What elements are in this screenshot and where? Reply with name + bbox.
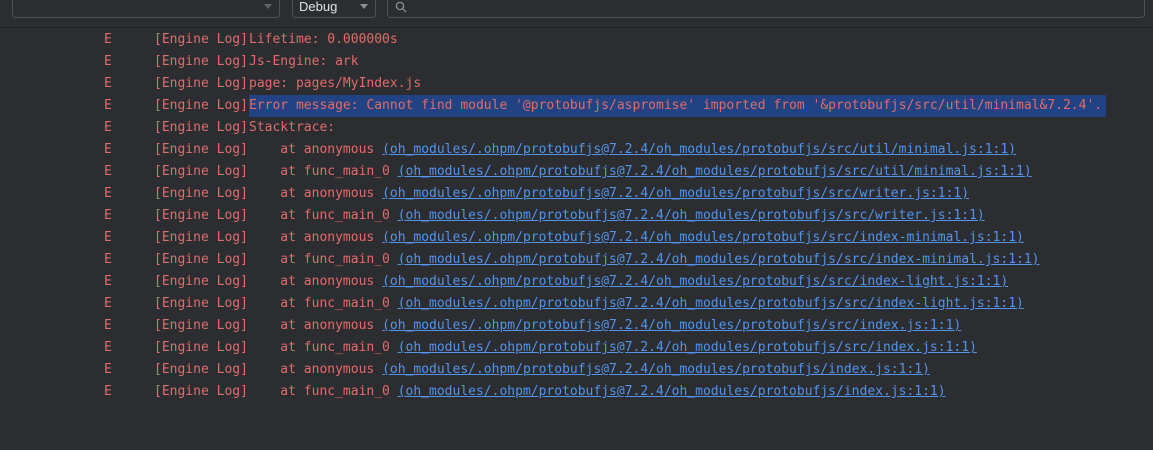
- log-level-select[interactable]: Debug: [292, 0, 376, 18]
- log-message-text: Lifetime: 0.000000s: [249, 32, 398, 47]
- log-level: E: [104, 318, 112, 333]
- log-tag: [Engine Log]: [154, 340, 248, 355]
- log-toolbar: Debug: [0, 0, 1153, 28]
- log-message: at anonymous (oh_modules/.ohpm/protobufj…: [249, 359, 930, 381]
- log-level: E: [104, 98, 112, 113]
- log-message: Js-Engine: ark: [249, 51, 359, 73]
- log-message-text: at func_main_0: [249, 296, 398, 311]
- log-message: at func_main_0 (oh_modules/.ohpm/protobu…: [249, 249, 1040, 271]
- log-tag: [Engine Log]: [154, 164, 248, 179]
- log-level: E: [104, 252, 112, 267]
- chevron-down-icon: [264, 4, 272, 9]
- log-message: at func_main_0 (oh_modules/.ohpm/protobu…: [249, 381, 946, 403]
- log-message-text: at anonymous: [249, 362, 383, 377]
- log-message-text: Js-Engine: ark: [249, 54, 359, 69]
- log-tag: [Engine Log]: [154, 98, 248, 113]
- log-search-input[interactable]: [387, 0, 1145, 18]
- log-message: at func_main_0 (oh_modules/.ohpm/protobu…: [249, 205, 985, 227]
- source-link[interactable]: (oh_modules/.ohpm/protobufjs@7.2.4/oh_mo…: [382, 230, 1024, 245]
- log-level: E: [104, 54, 112, 69]
- chevron-down-icon: [360, 4, 368, 9]
- log-level: E: [104, 384, 112, 399]
- log-level: E: [104, 186, 112, 201]
- log-tag: [Engine Log]: [154, 230, 248, 245]
- source-link[interactable]: (oh_modules/.ohpm/protobufjs@7.2.4/oh_mo…: [382, 274, 1008, 289]
- log-message-text: at func_main_0: [249, 384, 398, 399]
- process-filter-combo[interactable]: [12, 0, 280, 18]
- source-link[interactable]: (oh_modules/.ohpm/protobufjs@7.2.4/oh_mo…: [398, 252, 1040, 267]
- log-level: E: [104, 164, 112, 179]
- search-icon: [395, 1, 407, 13]
- log-level-value: Debug: [299, 0, 338, 14]
- log-message-text: at anonymous: [249, 274, 383, 289]
- source-link[interactable]: (oh_modules/.ohpm/protobufjs@7.2.4/oh_mo…: [398, 164, 1032, 179]
- log-message: at anonymous (oh_modules/.ohpm/protobufj…: [249, 227, 1024, 249]
- log-message: Error message: Cannot find module '@prot…: [249, 95, 1107, 117]
- log-tag: [Engine Log]: [154, 186, 248, 201]
- log-level: E: [104, 208, 112, 223]
- log-message: at anonymous (oh_modules/.ohpm/protobufj…: [249, 315, 961, 337]
- log-level: E: [104, 142, 112, 157]
- log-tag: [Engine Log]: [154, 32, 248, 47]
- log-message: at anonymous (oh_modules/.ohpm/protobufj…: [249, 139, 1016, 161]
- source-link[interactable]: (oh_modules/.ohpm/protobufjs@7.2.4/oh_mo…: [398, 208, 985, 223]
- log-tag: [Engine Log]: [154, 362, 248, 377]
- source-link[interactable]: (oh_modules/.ohpm/protobufjs@7.2.4/oh_mo…: [382, 186, 969, 201]
- log-level: E: [104, 120, 112, 135]
- log-tag: [Engine Log]: [154, 296, 248, 311]
- source-link[interactable]: (oh_modules/.ohpm/protobufjs@7.2.4/oh_mo…: [382, 362, 930, 377]
- log-tag: [Engine Log]: [154, 208, 248, 223]
- log-level: E: [104, 230, 112, 245]
- log-level: E: [104, 32, 112, 47]
- log-message-text: at func_main_0: [249, 208, 398, 223]
- log-tag: [Engine Log]: [154, 384, 248, 399]
- log-tag: [Engine Log]: [154, 252, 248, 267]
- log-message-text: at func_main_0: [249, 252, 398, 267]
- log-output-panel[interactable]: E [Engine Log] Lifetime: 0.000000s E [Engine…: [0, 28, 1153, 450]
- log-message-text: at anonymous: [249, 318, 383, 333]
- source-link[interactable]: (oh_modules/.ohpm/protobufjs@7.2.4/oh_mo…: [398, 384, 946, 399]
- log-level: E: [104, 76, 112, 91]
- log-tag: [Engine Log]: [154, 142, 248, 157]
- log-tag: [Engine Log]: [154, 120, 248, 135]
- log-message-text: at anonymous: [249, 230, 383, 245]
- log-tag: [Engine Log]: [154, 76, 248, 91]
- log-tag: [Engine Log]: [154, 318, 248, 333]
- log-message: at anonymous (oh_modules/.ohpm/protobufj…: [249, 271, 1008, 293]
- log-level: E: [104, 362, 112, 377]
- log-tag: [Engine Log]: [154, 274, 248, 289]
- source-link[interactable]: (oh_modules/.ohpm/protobufjs@7.2.4/oh_mo…: [382, 318, 961, 333]
- log-message: at func_main_0 (oh_modules/.ohpm/protobu…: [249, 293, 1024, 315]
- log-message-text: Error message: Cannot find module '@prot…: [249, 98, 1103, 113]
- log-message: at anonymous (oh_modules/.ohpm/protobufj…: [249, 183, 969, 205]
- source-link[interactable]: (oh_modules/.ohpm/protobufjs@7.2.4/oh_mo…: [382, 142, 1016, 157]
- log-message-text: at func_main_0: [249, 164, 398, 179]
- log-message: Stacktrace:: [249, 117, 335, 139]
- log-message-text: page: pages/MyIndex.js: [249, 76, 422, 91]
- log-level: E: [104, 340, 112, 355]
- log-message-text: at anonymous: [249, 186, 383, 201]
- log-level: E: [104, 296, 112, 311]
- log-message: Lifetime: 0.000000s: [249, 29, 398, 51]
- log-message: page: pages/MyIndex.js: [249, 73, 421, 95]
- log-level: E: [104, 274, 112, 289]
- log-message: at func_main_0 (oh_modules/.ohpm/protobu…: [249, 337, 977, 359]
- log-message-text: Stacktrace:: [249, 120, 336, 135]
- log-message: at func_main_0 (oh_modules/.ohpm/protobu…: [249, 161, 1032, 183]
- source-link[interactable]: (oh_modules/.ohpm/protobufjs@7.2.4/oh_mo…: [398, 340, 977, 355]
- log-tag: [Engine Log]: [154, 54, 248, 69]
- log-message-text: at anonymous: [249, 142, 383, 157]
- source-link[interactable]: (oh_modules/.ohpm/protobufjs@7.2.4/oh_mo…: [398, 296, 1024, 311]
- log-message-text: at func_main_0: [249, 340, 398, 355]
